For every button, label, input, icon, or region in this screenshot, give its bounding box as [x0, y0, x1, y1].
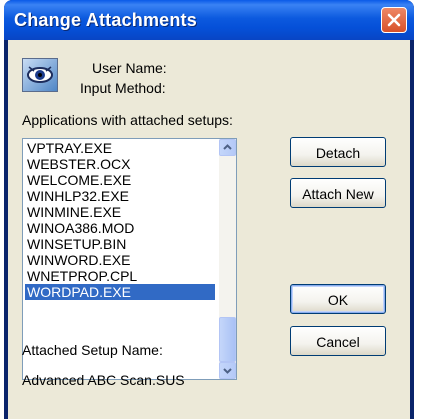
user-name-label: User Name:	[92, 60, 167, 76]
close-button[interactable]	[381, 7, 407, 33]
scroll-up-button[interactable]	[219, 139, 236, 156]
close-icon	[387, 13, 401, 27]
window-title: Change Attachments	[14, 10, 197, 30]
list-item[interactable]: WINMINE.EXE	[25, 204, 215, 220]
attached-setup-name-label: Attached Setup Name:	[22, 342, 163, 358]
attached-setup-name-value: Advanced ABC Scan.SUS	[22, 372, 185, 388]
list-item[interactable]: WELCOME.EXE	[25, 172, 215, 188]
eye-icon	[22, 58, 58, 92]
detach-button[interactable]: Detach	[290, 137, 386, 167]
list-item[interactable]: WINHLP32.EXE	[25, 188, 215, 204]
scroll-thumb[interactable]	[219, 317, 236, 362]
list-item[interactable]: WNETPROP.CPL	[25, 268, 215, 284]
scroll-up-arrow-icon	[223, 144, 232, 150]
scroll-down-button[interactable]	[219, 362, 236, 379]
ok-button[interactable]: OK	[290, 284, 386, 314]
input-method-label: Input Method:	[80, 80, 166, 96]
dialog-client-area: User Name: Input Method: Applications wi…	[8, 40, 410, 419]
listbox-scrollbar[interactable]	[219, 139, 236, 379]
title-bar[interactable]: Change Attachments	[4, 0, 414, 40]
attach-new-button[interactable]: Attach New	[290, 178, 386, 208]
list-item[interactable]: VPTRAY.EXE	[25, 140, 215, 156]
list-item[interactable]: WINSETUP.BIN	[25, 236, 215, 252]
list-item[interactable]: WINOA386.MOD	[25, 220, 215, 236]
list-item[interactable]: WEBSTER.OCX	[25, 156, 215, 172]
scroll-down-arrow-icon	[223, 368, 232, 374]
list-item[interactable]: WINWORD.EXE	[25, 252, 215, 268]
cancel-button[interactable]: Cancel	[290, 326, 386, 356]
list-item-selected[interactable]: WORDPAD.EXE	[25, 284, 215, 300]
change-attachments-dialog: Change Attachments User Name: Input Meth…	[4, 0, 414, 419]
applications-list-label: Applications with attached setups:	[22, 112, 233, 128]
